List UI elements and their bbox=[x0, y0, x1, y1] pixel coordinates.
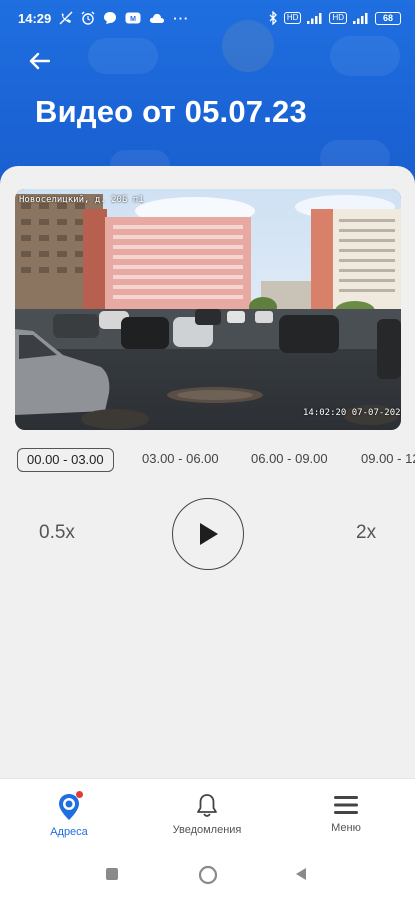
status-time: 14:29 bbox=[18, 10, 52, 26]
alarm-icon bbox=[81, 11, 95, 25]
more-notifications: ··· bbox=[173, 10, 190, 26]
bottom-navigation: Адреса Уведомления Меню bbox=[0, 778, 415, 850]
nav-item-menu[interactable]: Меню bbox=[291, 793, 401, 834]
timestamp-overlay: 14:02:20 07-07-2023 bbox=[303, 408, 401, 418]
sim2-hd-badge: HD bbox=[329, 12, 347, 24]
square-icon bbox=[106, 868, 118, 880]
no-call-icon bbox=[59, 11, 73, 25]
play-icon bbox=[200, 523, 218, 545]
nav-label: Меню bbox=[331, 822, 361, 834]
cloud-decoration bbox=[88, 38, 158, 74]
chat-icon bbox=[103, 11, 117, 25]
recents-button[interactable] bbox=[105, 867, 119, 886]
back-system-button[interactable] bbox=[294, 867, 308, 886]
system-navigation-bar bbox=[0, 850, 415, 900]
triangle-back-icon bbox=[296, 868, 306, 880]
app-header: 14:29 M ··· HD HD 68 Видео от 05.07.23 bbox=[0, 0, 415, 190]
nav-item-notifications[interactable]: Уведомления bbox=[152, 793, 262, 836]
nav-label: Уведомления bbox=[172, 824, 242, 836]
camera-name-overlay: Новоселицкий, д. 20Б п1 bbox=[19, 195, 144, 205]
content-area: Новоселицкий, д. 20Б п1 14:02:20 07-07-2… bbox=[0, 166, 415, 778]
signal-icon bbox=[307, 12, 323, 24]
bell-icon bbox=[197, 794, 217, 817]
speed-fast-button[interactable]: 2x bbox=[356, 522, 376, 544]
notification-dot bbox=[76, 791, 83, 798]
sim1-hd-badge: HD bbox=[283, 12, 302, 24]
nav-label: Адреса bbox=[50, 826, 88, 838]
time-range-selector: 00.00 - 03.00 03.00 - 06.00 06.00 - 09.0… bbox=[17, 448, 415, 474]
battery-indicator: 68 bbox=[375, 11, 401, 25]
menu-icon bbox=[334, 796, 358, 814]
cloud-decoration bbox=[330, 36, 400, 76]
cloud-icon bbox=[149, 12, 165, 24]
playback-controls: 0.5x 2x bbox=[0, 498, 415, 570]
time-range-chip[interactable]: 00.00 - 03.00 bbox=[17, 448, 114, 472]
time-range-chip[interactable]: 03.00 - 06.00 bbox=[133, 448, 228, 472]
arrow-left-icon bbox=[29, 52, 50, 70]
signal-icon bbox=[353, 12, 369, 24]
speed-slow-button[interactable]: 0.5x bbox=[39, 522, 75, 544]
status-bar: 14:29 M ··· HD HD 68 bbox=[0, 0, 415, 36]
svg-text:M: M bbox=[130, 16, 136, 23]
video-frame-image bbox=[15, 189, 401, 430]
video-player[interactable]: Новоселицкий, д. 20Б п1 14:02:20 07-07-2… bbox=[15, 189, 401, 430]
time-range-chip[interactable]: 06.00 - 09.00 bbox=[242, 448, 337, 472]
nav-item-addresses[interactable]: Адреса bbox=[14, 791, 124, 838]
play-button[interactable] bbox=[172, 498, 244, 570]
home-button[interactable] bbox=[198, 865, 218, 890]
mail-icon: M bbox=[125, 12, 141, 24]
page-title: Видео от 05.07.23 bbox=[35, 94, 307, 129]
bluetooth-icon bbox=[268, 11, 278, 25]
circle-icon bbox=[198, 865, 218, 885]
time-range-chip[interactable]: 09.00 - 12.00 bbox=[352, 448, 415, 472]
back-button[interactable] bbox=[24, 46, 54, 76]
